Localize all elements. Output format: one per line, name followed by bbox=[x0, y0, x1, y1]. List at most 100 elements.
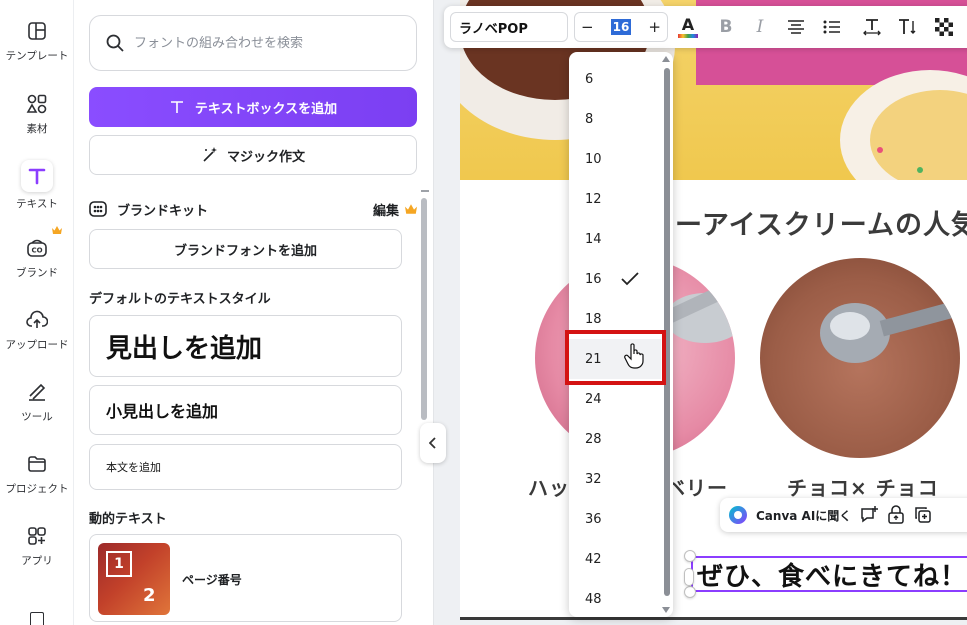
transparency-icon[interactable] bbox=[932, 15, 956, 39]
add-brand-font-label: ブランドフォントを追加 bbox=[173, 243, 317, 259]
brand-kit-icon bbox=[89, 201, 107, 217]
size-option[interactable]: 8 bbox=[569, 99, 661, 139]
size-option-label: 36 bbox=[585, 511, 602, 527]
font-select[interactable]: ラノベPOP bbox=[450, 12, 568, 42]
chevron-left-icon bbox=[429, 437, 436, 449]
hand-cursor-icon bbox=[624, 343, 644, 369]
text-orientation-icon[interactable] bbox=[896, 15, 920, 39]
page-number-card[interactable]: 1 2 ページ番号 bbox=[89, 534, 402, 622]
size-option-label: 18 bbox=[585, 311, 602, 327]
apps-icon bbox=[26, 525, 48, 547]
lock-icon[interactable] bbox=[887, 505, 905, 525]
add-heading-label: 見出しを追加 bbox=[106, 333, 263, 364]
rail-label: アプリ bbox=[21, 555, 53, 567]
size-option-label: 6 bbox=[585, 71, 594, 87]
size-option[interactable]: 48 bbox=[569, 579, 661, 617]
add-textbox-label: テキストボックスを追加 bbox=[194, 101, 338, 117]
decrease-size-button[interactable]: − bbox=[581, 18, 594, 36]
collapse-panel-button[interactable] bbox=[420, 423, 446, 463]
rail-item-apps[interactable]: アプリ bbox=[0, 525, 74, 568]
bold-button[interactable]: B bbox=[714, 15, 738, 39]
brand-edit-link[interactable]: 編集 bbox=[373, 200, 399, 219]
add-body-button[interactable]: 本文を追加 bbox=[89, 444, 402, 490]
size-option[interactable]: 24 bbox=[569, 379, 661, 419]
add-textbox-button[interactable]: テキストボックスを追加 bbox=[89, 87, 417, 127]
font-size-control: − 16 + bbox=[574, 12, 668, 42]
canva-ai-label[interactable]: Canva AIに聞く bbox=[756, 507, 851, 524]
text-panel: テキストボックスを追加 マジック作文 ブランドキット 編集 ブランドフォントを追… bbox=[74, 0, 434, 625]
brand-icon: CO bbox=[26, 237, 48, 259]
rail-item-brand[interactable]: CO ブランド bbox=[0, 237, 74, 280]
size-option[interactable]: 28 bbox=[569, 419, 661, 459]
size-option[interactable]: 32 bbox=[569, 459, 661, 499]
page-number-digit: 2 bbox=[143, 585, 156, 606]
add-subheading-label: 小見出しを追加 bbox=[106, 402, 219, 421]
add-heading-button[interactable]: 見出しを追加 bbox=[89, 315, 402, 377]
check-icon bbox=[621, 272, 639, 286]
size-option[interactable]: 42 bbox=[569, 539, 661, 579]
align-center-icon[interactable] bbox=[784, 15, 808, 39]
text-icon bbox=[170, 101, 183, 113]
chocolate-ice-cream-photo bbox=[760, 258, 960, 458]
crown-icon bbox=[405, 204, 417, 214]
font-name: ラノベPOP bbox=[459, 21, 528, 37]
size-option-label: 42 bbox=[585, 551, 602, 567]
rail-item-templates[interactable]: テンプレート bbox=[0, 20, 74, 63]
rail-item-tools[interactable]: ツール bbox=[0, 381, 74, 424]
italic-button[interactable]: I bbox=[748, 15, 772, 39]
text-color-button[interactable]: A bbox=[676, 15, 700, 39]
add-brand-font-button[interactable]: ブランドフォントを追加 bbox=[89, 229, 402, 269]
size-option-label: 8 bbox=[585, 111, 594, 127]
duplicate-icon[interactable] bbox=[913, 505, 933, 525]
text-color-icon: A bbox=[681, 14, 695, 34]
comment-add-icon[interactable] bbox=[859, 505, 879, 525]
add-subheading-button[interactable]: 小見出しを追加 bbox=[89, 385, 402, 435]
size-option[interactable]: 10 bbox=[569, 139, 661, 179]
rail-item-elements[interactable]: 素材 bbox=[0, 93, 74, 136]
scroll-up-arrow-icon[interactable] bbox=[662, 56, 670, 62]
left-rail: テンプレート 素材 テキスト CO ブランド アップロード ツール プロジェクト… bbox=[0, 0, 74, 625]
selected-text-box[interactable]: ぜひ、食べにきてね！ bbox=[691, 556, 967, 592]
size-option[interactable]: 36 bbox=[569, 499, 661, 539]
size-option-selected[interactable]: 16 bbox=[569, 259, 661, 299]
page-number-frame: 1 bbox=[106, 551, 132, 577]
resize-handle-left[interactable] bbox=[684, 568, 694, 586]
selected-text: ぜひ、食べにきてね！ bbox=[697, 561, 967, 592]
search-icon bbox=[106, 34, 124, 52]
panel-scrollbar[interactable] bbox=[421, 198, 427, 420]
rail-label: 素材 bbox=[26, 123, 48, 135]
rail-item-upload[interactable]: アップロード bbox=[0, 309, 74, 352]
more-icon[interactable] bbox=[30, 612, 44, 625]
svg-text:CO: CO bbox=[31, 247, 42, 255]
size-option[interactable]: 14 bbox=[569, 219, 661, 259]
list-icon[interactable] bbox=[820, 15, 844, 39]
size-option-label: 32 bbox=[585, 471, 602, 487]
letter-spacing-icon[interactable] bbox=[860, 15, 884, 39]
size-option[interactable]: 6 bbox=[569, 59, 661, 99]
font-size-input[interactable]: 16 bbox=[610, 19, 632, 35]
magic-write-label: マジック作文 bbox=[226, 149, 305, 165]
text-icon bbox=[21, 160, 53, 192]
rail-item-text[interactable]: テキスト bbox=[0, 160, 74, 211]
panel-scroll-cap bbox=[421, 190, 429, 192]
brand-kit-title: ブランドキット bbox=[117, 203, 209, 219]
size-option[interactable]: 12 bbox=[569, 179, 661, 219]
search-input[interactable] bbox=[134, 35, 394, 51]
magic-write-button[interactable]: マジック作文 bbox=[89, 135, 417, 175]
rail-label: テンプレート bbox=[5, 50, 69, 62]
resize-handle-top-left[interactable] bbox=[684, 550, 696, 562]
size-option-label: 28 bbox=[585, 431, 602, 447]
page-number-label: ページ番号 bbox=[182, 573, 242, 587]
color-bar bbox=[678, 33, 698, 38]
rail-item-projects[interactable]: プロジェクト bbox=[0, 453, 74, 496]
resize-handle-bottom-left[interactable] bbox=[684, 586, 696, 598]
scroll-down-arrow-icon[interactable] bbox=[662, 607, 670, 613]
default-styles-title: デフォルトのテキストスタイル bbox=[89, 292, 271, 307]
size-option-label: 48 bbox=[585, 591, 602, 607]
size-option-label: 10 bbox=[585, 151, 602, 167]
canva-ai-bar: Canva AIに聞く bbox=[720, 498, 967, 532]
page-number-thumbnail: 1 2 bbox=[98, 543, 170, 615]
increase-size-button[interactable]: + bbox=[648, 18, 661, 36]
font-search[interactable] bbox=[89, 15, 417, 71]
caption-right: チョコ× チョコ bbox=[787, 476, 939, 500]
